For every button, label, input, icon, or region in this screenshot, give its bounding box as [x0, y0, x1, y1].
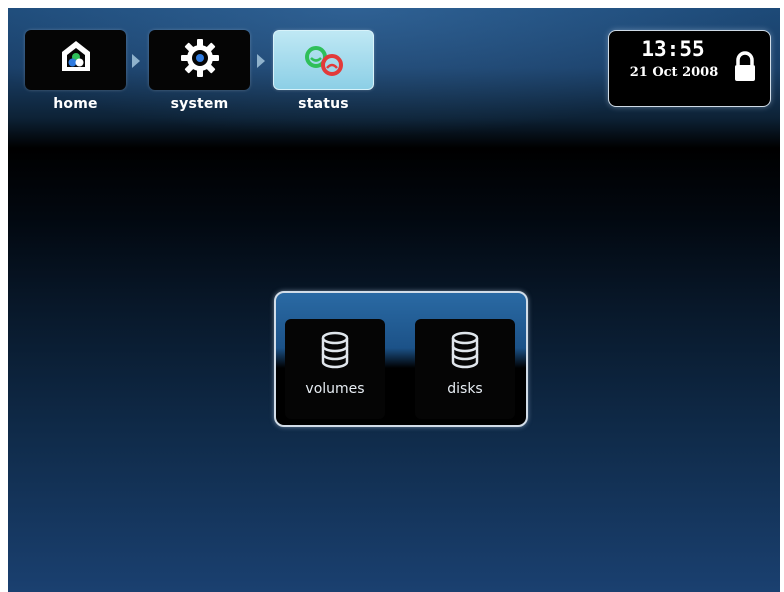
- lock-icon: [733, 51, 757, 87]
- status-panel: volumes disks: [274, 291, 528, 427]
- breadcrumb-separator-icon: [132, 54, 140, 68]
- database-icon: [450, 331, 480, 373]
- breadcrumb-home-button[interactable]: [25, 30, 126, 90]
- home-icon: [56, 36, 96, 80]
- clock-time: 13:55: [641, 37, 705, 61]
- breadcrumb-system-button[interactable]: [149, 30, 250, 90]
- volumes-label: volumes: [305, 381, 365, 397]
- breadcrumb-system-label: system: [170, 96, 229, 112]
- breadcrumb-home-label: home: [53, 96, 98, 112]
- status-icon: [294, 37, 354, 87]
- breadcrumb-separator-icon: [257, 54, 265, 68]
- disks-button[interactable]: disks: [415, 319, 515, 419]
- gear-icon: [178, 36, 222, 84]
- screen: home system status 13:55 21 Oct 2008 vol…: [8, 8, 780, 592]
- breadcrumb-status-button[interactable]: [273, 30, 374, 90]
- breadcrumb-status-label: status: [298, 96, 349, 112]
- volumes-button[interactable]: volumes: [285, 319, 385, 419]
- clock-date: 21 Oct 2008: [629, 65, 719, 80]
- disks-label: disks: [447, 381, 483, 397]
- clock-lock-button[interactable]: 13:55 21 Oct 2008: [608, 30, 771, 107]
- database-icon: [320, 331, 350, 373]
